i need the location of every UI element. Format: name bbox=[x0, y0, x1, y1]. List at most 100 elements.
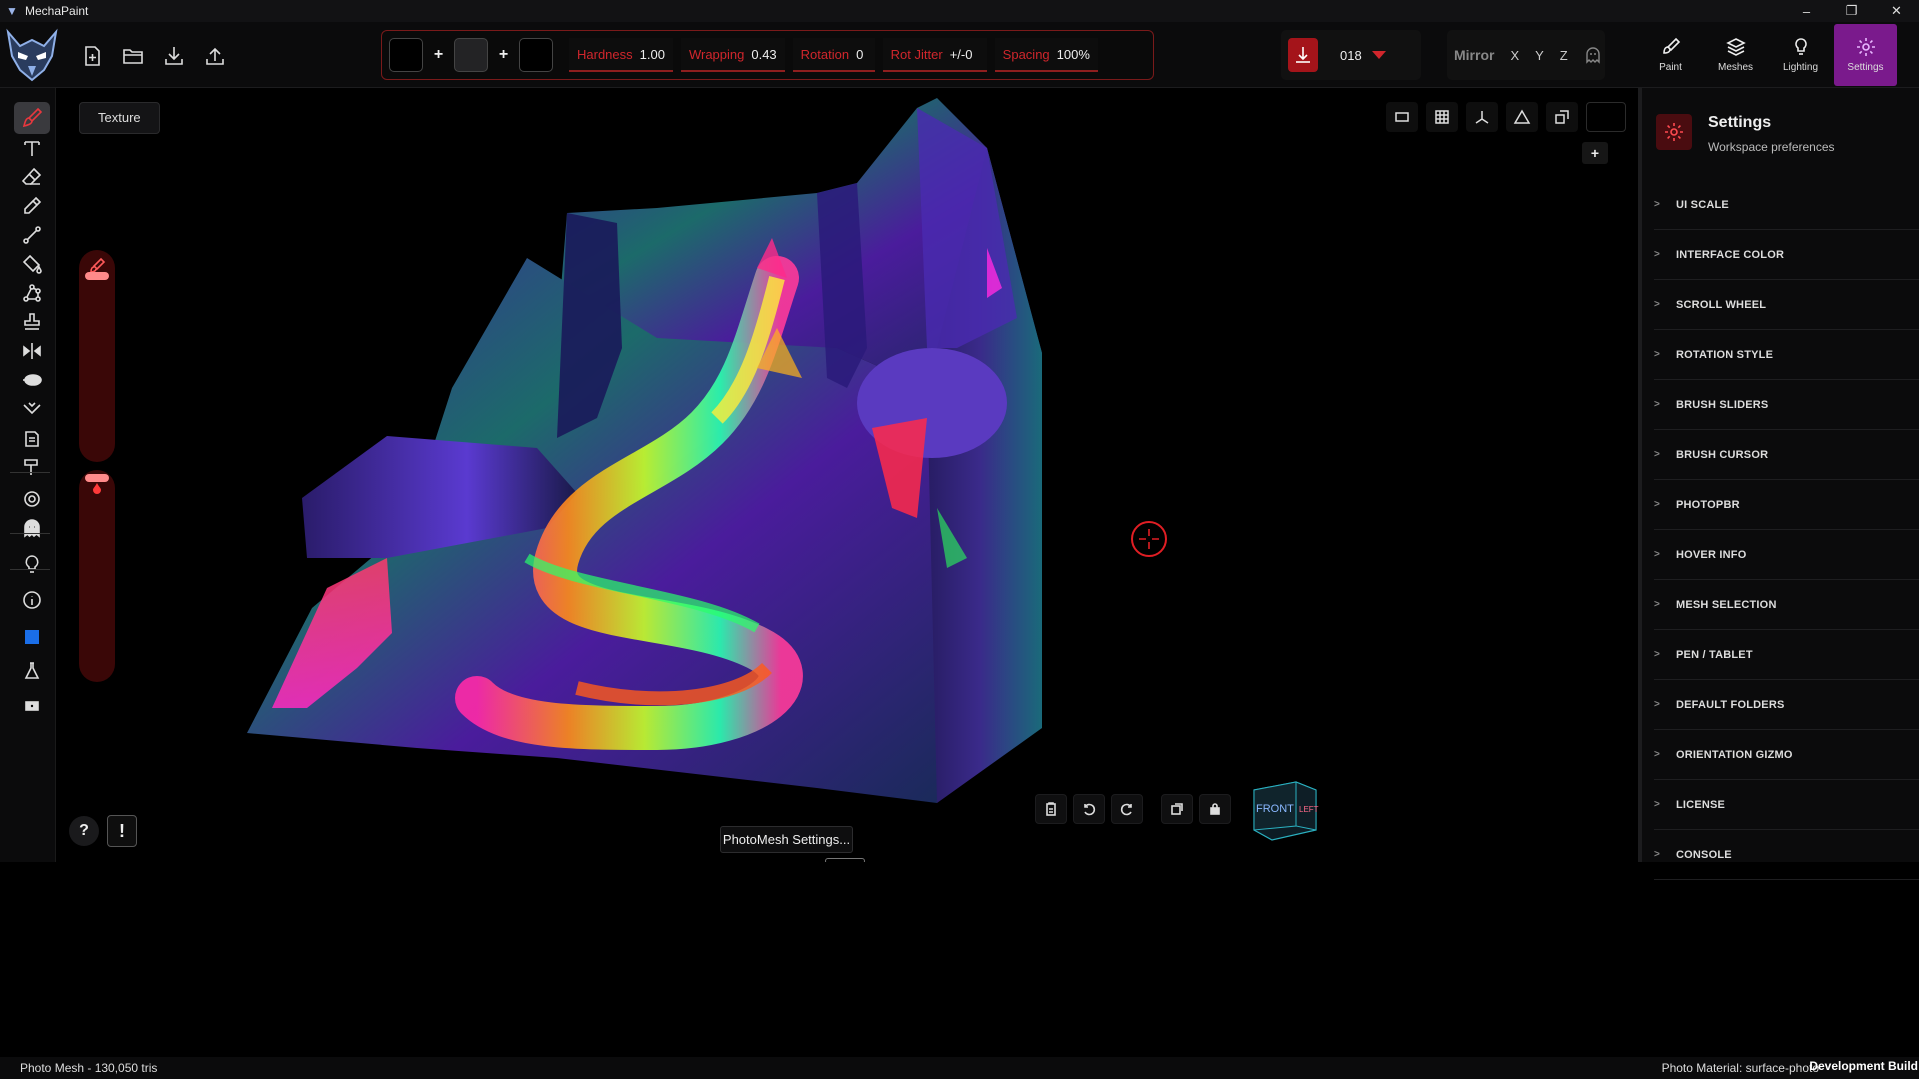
drawer-handle[interactable] bbox=[825, 858, 865, 862]
spacing-slider[interactable]: Spacing 100% bbox=[994, 38, 1098, 72]
settings-item-brush-cursor[interactable]: > BRUSH CURSOR bbox=[1654, 430, 1919, 480]
param-value: 100% bbox=[1056, 46, 1090, 62]
settings-item-interface-color[interactable]: > INTERFACE COLOR bbox=[1654, 230, 1919, 280]
eyedropper-tool[interactable] bbox=[14, 190, 50, 222]
fill-tool[interactable] bbox=[14, 248, 50, 280]
chevron-right-icon: > bbox=[1654, 749, 1661, 760]
frame-icon bbox=[1171, 803, 1183, 815]
undo-icon bbox=[1084, 803, 1096, 816]
text-tool[interactable] bbox=[14, 132, 50, 164]
lock-view-button[interactable] bbox=[1199, 794, 1231, 824]
ghost-icon[interactable] bbox=[1584, 46, 1602, 64]
settings-item-console[interactable]: > CONSOLE bbox=[1654, 830, 1919, 880]
photomesh-settings-button[interactable]: PhotoMesh Settings... bbox=[720, 826, 853, 853]
opacity-drop-icon bbox=[93, 483, 101, 494]
fit-view-button[interactable] bbox=[1161, 794, 1193, 824]
orientation-gizmo[interactable]: FRONT LEFT bbox=[1250, 778, 1320, 848]
rotation-slider[interactable]: Rotation 0 bbox=[792, 38, 875, 72]
wrapping-slider[interactable]: Wrapping 0.43 bbox=[680, 38, 785, 72]
mirror-x-toggle[interactable]: X bbox=[1510, 48, 1519, 63]
text-icon bbox=[24, 141, 40, 156]
settings-item-pen-tablet[interactable]: > PEN / TABLET bbox=[1654, 630, 1919, 680]
triangle-icon bbox=[1513, 109, 1531, 124]
primary-color-swatch[interactable] bbox=[389, 38, 423, 72]
new-file-button[interactable] bbox=[76, 40, 108, 72]
axis-button[interactable] bbox=[1466, 102, 1498, 132]
settings-list: > UI SCALE > INTERFACE COLOR > SCROLL WHEEL… bbox=[1642, 180, 1919, 880]
tab-paint[interactable]: Paint bbox=[1639, 24, 1702, 86]
alert-button[interactable]: ! bbox=[107, 815, 137, 847]
tab-settings[interactable]: Settings bbox=[1834, 24, 1897, 86]
single-view-button[interactable] bbox=[1386, 102, 1418, 132]
open-folder-button[interactable] bbox=[117, 40, 149, 72]
layer-tool[interactable] bbox=[14, 422, 50, 454]
info-tool[interactable] bbox=[14, 584, 50, 616]
ghost-tool[interactable] bbox=[14, 512, 50, 544]
slider-handle[interactable] bbox=[85, 272, 109, 280]
uv-view-button[interactable] bbox=[1546, 102, 1578, 132]
secondary-color-swatch[interactable] bbox=[454, 38, 488, 72]
settings-item-ui-scale[interactable]: > UI SCALE bbox=[1654, 180, 1919, 230]
paint-brush-tool[interactable] bbox=[14, 102, 50, 134]
view-lock-buttons bbox=[1161, 794, 1231, 824]
export-button[interactable] bbox=[199, 40, 231, 72]
camera-icon bbox=[25, 701, 39, 711]
tab-lighting[interactable]: Lighting bbox=[1769, 24, 1832, 86]
settings-item-default-folders[interactable]: > DEFAULT FOLDERS bbox=[1654, 680, 1919, 730]
hardness-slider[interactable]: Hardness 1.00 bbox=[569, 38, 673, 72]
material-info: Photo Material: surface-photo bbox=[1661, 1061, 1819, 1075]
smudge-tool[interactable] bbox=[14, 364, 50, 396]
settings-item-scroll-wheel[interactable]: > SCROLL WHEEL bbox=[1654, 280, 1919, 330]
color-swatch-tool[interactable] bbox=[14, 621, 50, 653]
import-button[interactable] bbox=[158, 40, 190, 72]
settings-item-license[interactable]: > LICENSE bbox=[1654, 780, 1919, 830]
blob-icon bbox=[23, 374, 42, 386]
undo-button[interactable] bbox=[1073, 794, 1105, 824]
background-color-button[interactable] bbox=[1586, 102, 1626, 132]
brush-preset-selector[interactable]: 018 bbox=[1281, 30, 1421, 80]
tab-meshes[interactable]: Meshes bbox=[1704, 24, 1767, 86]
mirror-y-toggle[interactable]: Y bbox=[1535, 48, 1544, 63]
brush-opacity-slider[interactable] bbox=[79, 470, 115, 682]
add-view-button[interactable]: + bbox=[1582, 142, 1608, 164]
texture-mode-button[interactable]: Texture bbox=[79, 102, 160, 134]
3d-viewport[interactable]: Texture + ? ! PhotoMesh Settings... FRON… bbox=[57, 88, 1634, 862]
app-window: ▼ MechaPaint – ❐ ✕ + + Hardness 1.00 Wra… bbox=[0, 0, 1919, 1079]
gear-icon bbox=[1656, 114, 1692, 150]
line-tool[interactable] bbox=[14, 219, 50, 251]
select-tool[interactable] bbox=[14, 393, 50, 425]
clipboard-button[interactable] bbox=[1035, 794, 1067, 824]
lab-tool[interactable] bbox=[14, 655, 50, 687]
close-button[interactable]: ✕ bbox=[1874, 0, 1919, 22]
redo-button[interactable] bbox=[1111, 794, 1143, 824]
param-label: Hardness bbox=[577, 46, 633, 62]
target-tool[interactable] bbox=[14, 483, 50, 515]
settings-item-photopbr[interactable]: > PHOTOPBR bbox=[1654, 480, 1919, 530]
settings-item-orientation-gizmo[interactable]: > ORIENTATION GIZMO bbox=[1654, 730, 1919, 780]
maximize-button[interactable]: ❐ bbox=[1829, 0, 1874, 22]
photo-mesh-render[interactable] bbox=[57, 88, 1634, 862]
hammer-tool[interactable] bbox=[14, 451, 50, 483]
symmetry-tool[interactable] bbox=[14, 335, 50, 367]
tertiary-color-swatch[interactable] bbox=[519, 38, 553, 72]
stamp-tool[interactable] bbox=[14, 306, 50, 338]
help-button[interactable]: ? bbox=[69, 816, 99, 846]
settings-item-hover-info[interactable]: > HOVER INFO bbox=[1654, 530, 1919, 580]
eraser-tool[interactable] bbox=[14, 161, 50, 193]
wireframe-button[interactable] bbox=[1506, 102, 1538, 132]
lighting-tool[interactable] bbox=[14, 548, 50, 580]
mirror-z-toggle[interactable]: Z bbox=[1560, 48, 1568, 63]
minimize-button[interactable]: – bbox=[1784, 0, 1829, 22]
eraser-icon bbox=[21, 167, 42, 185]
slider-handle[interactable] bbox=[85, 474, 109, 482]
grid-view-button[interactable] bbox=[1426, 102, 1458, 132]
settings-item-rotation-style[interactable]: > ROTATION STYLE bbox=[1654, 330, 1919, 380]
capture-tool[interactable] bbox=[14, 689, 50, 721]
vertex-tool[interactable] bbox=[14, 277, 50, 309]
settings-item-brush-sliders[interactable]: > BRUSH SLIDERS bbox=[1654, 380, 1919, 430]
settings-item-mesh-selection[interactable]: > MESH SELECTION bbox=[1654, 580, 1919, 630]
rot-jitter-slider[interactable]: Rot Jitter +/-0 bbox=[882, 38, 987, 72]
chevron-select-icon bbox=[23, 402, 41, 415]
brush-size-slider[interactable] bbox=[79, 250, 115, 462]
brush-cursor-icon bbox=[1131, 521, 1167, 557]
